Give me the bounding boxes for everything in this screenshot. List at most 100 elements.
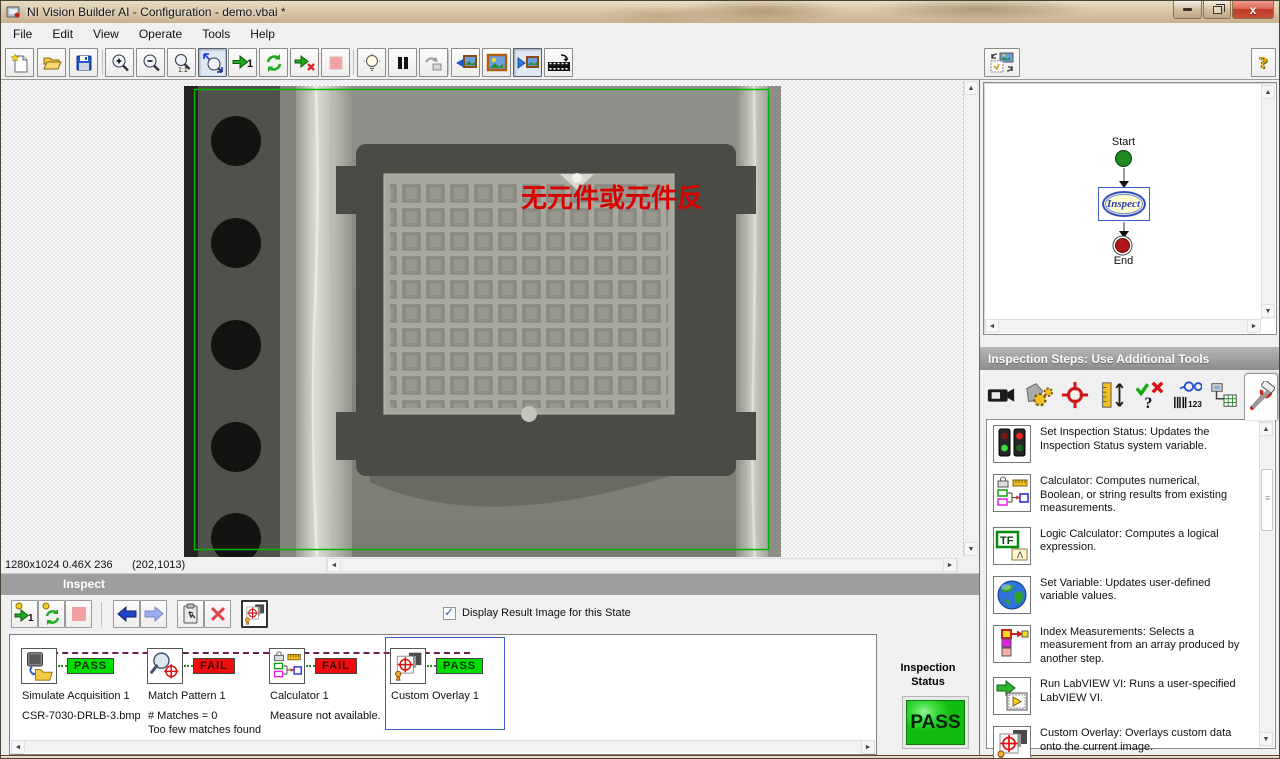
inspection-step[interactable]: FAIL Calculator 1 Measure not available. <box>264 637 384 730</box>
image-display-area[interactable]: 无元件或元件反 ▲ ▼ 1280x1024 0.46X 236 (202,101… <box>1 80 979 573</box>
copy-step-button[interactable] <box>177 600 204 628</box>
new-file-icon <box>10 53 30 73</box>
minimize-button[interactable] <box>1173 1 1202 19</box>
inspection-step[interactable]: PASS Custom Overlay 1 <box>385 637 505 730</box>
scroll-up-icon[interactable]: ▲ <box>1261 85 1275 99</box>
inspection-step[interactable]: PASS Simulate Acquisition 1 CSR-7030-DRL… <box>16 637 136 730</box>
custom-overlay-icon <box>392 650 424 682</box>
tool-item-globe[interactable]: Set Variable: Updates user-defined varia… <box>993 576 1245 614</box>
move-step-right-button[interactable] <box>140 600 167 628</box>
arrow-right-icon <box>144 606 164 622</box>
run-until-fail-button[interactable] <box>290 48 319 77</box>
open-folder-icon <box>42 53 62 73</box>
browse-images-icon <box>486 53 508 73</box>
scroll-down-icon[interactable]: ▼ <box>1259 732 1273 746</box>
steps-horizontal-scrollbar[interactable]: ◄ ► <box>11 740 875 753</box>
scroll-right-icon[interactable]: ► <box>943 558 957 572</box>
edit-step-tool-button[interactable] <box>241 600 268 628</box>
zoom-out-button[interactable] <box>136 48 165 77</box>
browse-images-button[interactable] <box>482 48 511 77</box>
diagram-start-node[interactable] <box>1115 150 1132 167</box>
scroll-up-icon[interactable]: ▲ <box>1259 422 1273 436</box>
step-status-badge: FAIL <box>315 658 357 674</box>
delete-step-button[interactable] <box>204 600 231 628</box>
previous-image-button[interactable] <box>451 48 480 77</box>
tool-item-index-measurements[interactable]: Index Measurements: Selects a measuremen… <box>993 625 1245 667</box>
tab-enhance-images[interactable] <box>1021 376 1055 414</box>
zoom-one-to-one-button[interactable]: 1:1 <box>167 48 196 77</box>
zoom-in-button[interactable] <box>105 48 134 77</box>
diagram-connector <box>1123 168 1125 182</box>
diagram-end-node[interactable] <box>1115 238 1130 253</box>
pause-icon <box>395 55 411 71</box>
state-diagram[interactable]: Start Inspect End ▲ ▼ ◄ ► <box>983 82 1277 335</box>
step-connector <box>306 665 315 667</box>
menu-edit[interactable]: Edit <box>42 24 83 44</box>
diagram-horizontal-scrollbar[interactable]: ◄ ► <box>985 319 1261 333</box>
restore-button[interactable] <box>1203 1 1231 19</box>
tab-communicate[interactable] <box>1207 376 1241 414</box>
open-inspection-button[interactable] <box>37 48 66 77</box>
next-image-button[interactable] <box>513 48 542 77</box>
tool-item-logic-calculator[interactable]: Logic Calculator: Computes a logical exp… <box>993 527 1245 565</box>
tab-use-additional-tools[interactable] <box>1244 373 1278 420</box>
menu-view[interactable]: View <box>83 24 129 44</box>
steps-scroll-right-icon[interactable]: ► <box>861 740 875 754</box>
tab-check-presence[interactable]: ? <box>1133 376 1167 414</box>
tab-identify-parts[interactable]: 123 <box>1170 376 1204 414</box>
diagram-inspect-node[interactable]: Inspect <box>1098 187 1150 221</box>
diagram-vertical-scrollbar[interactable]: ▲ ▼ <box>1261 84 1275 319</box>
stop-state-button[interactable] <box>65 600 92 628</box>
stop-inspection-button[interactable] <box>321 48 350 77</box>
tab-acquire-images[interactable] <box>984 376 1018 414</box>
image-horizontal-scrollbar[interactable]: ◄ ► <box>326 558 958 572</box>
inspection-step[interactable]: FAIL Match Pattern 1 # Matches = 0Too fe… <box>142 637 262 730</box>
menu-help[interactable]: Help <box>240 24 285 44</box>
tools-vertical-scrollbar[interactable]: ▲ ▼ <box>1259 421 1274 747</box>
tools-list-box: Set Inspection Status: Updates the Inspe… <box>986 419 1276 749</box>
run-state-once-button[interactable]: 1 <box>11 600 38 628</box>
menu-file[interactable]: File <box>3 24 42 44</box>
save-inspection-button[interactable] <box>69 48 98 77</box>
scroll-left-icon[interactable]: ◄ <box>327 558 341 572</box>
inspection-status-label: Inspection Status <box>877 661 979 689</box>
diagram-start-label: Start <box>984 136 1263 148</box>
move-step-left-button[interactable] <box>113 600 140 628</box>
run-inspection-loop-button[interactable] <box>259 48 288 77</box>
new-inspection-button[interactable] <box>5 48 34 77</box>
run-inspection-once-button[interactable]: 1 <box>228 48 257 77</box>
scroll-left-icon[interactable]: ◄ <box>985 319 999 333</box>
scrollbar-thumb[interactable] <box>1261 469 1273 531</box>
pause-button[interactable] <box>388 48 417 77</box>
tool-item-run-labview-vi[interactable]: Run LabVIEW VI: Runs a user-specified La… <box>993 677 1245 715</box>
title-bar[interactable]: NI Vision Builder AI - Configuration - d… <box>1 1 1280 23</box>
scroll-right-icon[interactable]: ► <box>1247 319 1261 333</box>
overlay-text: 无元件或元件反 <box>521 184 703 214</box>
step-name: Custom Overlay 1 <box>391 690 479 702</box>
steps-scroll-left-icon[interactable]: ◄ <box>11 740 25 754</box>
scroll-up-icon[interactable]: ▲ <box>964 81 978 95</box>
run-state-loop-button[interactable] <box>38 600 65 628</box>
update-inspection-image-button[interactable] <box>984 48 1020 77</box>
tab-measure-features[interactable] <box>1095 376 1129 414</box>
zoom-to-fit-button[interactable] <box>198 48 227 77</box>
highlight-results-button[interactable] <box>357 48 386 77</box>
image-vertical-scrollbar[interactable]: ▲ ▼ <box>963 80 979 557</box>
menu-tools[interactable]: Tools <box>192 24 240 44</box>
custom-overlay-icon <box>994 727 1030 759</box>
tool-item-calculator[interactable]: Calculator: Computes numerical, Boolean,… <box>993 474 1245 516</box>
menu-operate[interactable]: Operate <box>129 24 192 44</box>
scroll-down-icon[interactable]: ▼ <box>1261 304 1275 318</box>
main-toolbar: 1:1 1 ? <box>1 45 1280 80</box>
tool-item-custom-overlay[interactable]: Custom Overlay: Overlays custom data ont… <box>993 726 1245 759</box>
image-sequence-button[interactable] <box>544 48 573 77</box>
zoom-out-icon <box>141 53 161 73</box>
scroll-down-icon[interactable]: ▼ <box>964 542 978 556</box>
close-button[interactable]: x <box>1232 1 1274 19</box>
svg-text:1: 1 <box>247 58 253 70</box>
help-button[interactable]: ? <box>1251 48 1276 77</box>
display-result-checkbox[interactable]: ✓ <box>443 607 456 620</box>
single-step-button[interactable] <box>419 48 448 77</box>
tool-item-traffic-lights[interactable]: Set Inspection Status: Updates the Inspe… <box>993 425 1245 463</box>
tab-locate-features[interactable] <box>1058 376 1092 414</box>
